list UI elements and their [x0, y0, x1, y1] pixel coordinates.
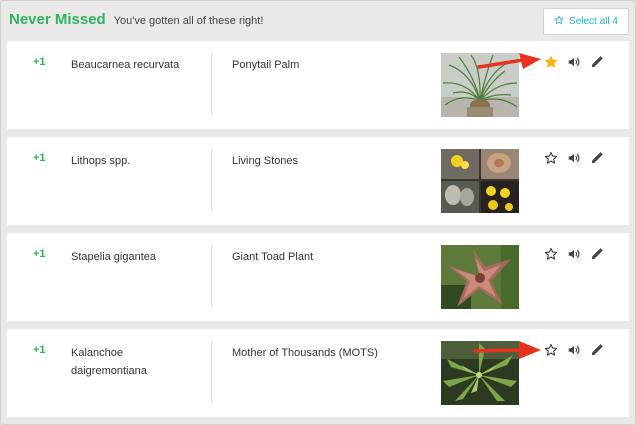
- list-item: +1 Beaucarnea recurvata Ponytail Palm: [7, 41, 629, 129]
- pencil-icon[interactable]: [590, 343, 604, 357]
- column-divider: [211, 341, 212, 403]
- scientific-name: Kalanchoe daigremontiana: [71, 347, 147, 377]
- common-name: Ponytail Palm: [232, 59, 300, 71]
- scientific-name: Lithops spp.: [71, 155, 131, 167]
- scientific-name: Stapelia gigantea: [71, 251, 157, 263]
- giant-toad-plant-photo: [441, 245, 519, 309]
- speaker-icon[interactable]: [567, 247, 581, 261]
- select-all-button[interactable]: Select all 4: [543, 8, 629, 35]
- star-icon[interactable]: [544, 247, 558, 261]
- ponytail-palm-photo: [441, 53, 519, 117]
- star-icon[interactable]: [544, 151, 558, 165]
- points-badge: +1: [33, 248, 46, 260]
- points-badge: +1: [33, 344, 46, 356]
- common-name: Giant Toad Plant: [232, 251, 314, 263]
- speaker-icon[interactable]: [567, 151, 581, 165]
- select-all-label: Select all 4: [569, 16, 618, 27]
- points-badge: +1: [33, 56, 46, 68]
- star-icon[interactable]: [544, 55, 558, 69]
- living-stones-photo: [441, 149, 519, 213]
- pencil-icon[interactable]: [590, 247, 604, 261]
- scientific-name: Beaucarnea recurvata: [71, 59, 180, 71]
- pencil-icon[interactable]: [590, 151, 604, 165]
- word-list-panel: Never Missed You've gotten all of these …: [0, 0, 636, 425]
- list-item: +1 Stapelia gigantea Giant Toad Plant: [7, 233, 629, 321]
- star-icon[interactable]: [544, 343, 558, 357]
- speaker-icon[interactable]: [567, 55, 581, 69]
- points-badge: +1: [33, 152, 46, 164]
- list-item: +1 Kalanchoe daigremontiana Mother of Th…: [7, 329, 629, 417]
- speaker-icon[interactable]: [567, 343, 581, 357]
- mother-of-thousands-photo: [441, 341, 519, 405]
- column-divider: [211, 53, 212, 115]
- column-divider: [211, 245, 212, 307]
- section-subtitle: You've gotten all of these right!: [113, 15, 264, 27]
- pencil-icon[interactable]: [590, 55, 604, 69]
- common-name: Living Stones: [232, 155, 299, 167]
- star-outline-icon: [554, 15, 564, 28]
- section-title: Never Missed: [9, 11, 106, 28]
- common-name: Mother of Thousands (MOTS): [232, 347, 378, 359]
- section-header: Never Missed You've gotten all of these …: [9, 11, 263, 31]
- column-divider: [211, 149, 212, 211]
- list-item: +1 Lithops spp. Living Stones: [7, 137, 629, 225]
